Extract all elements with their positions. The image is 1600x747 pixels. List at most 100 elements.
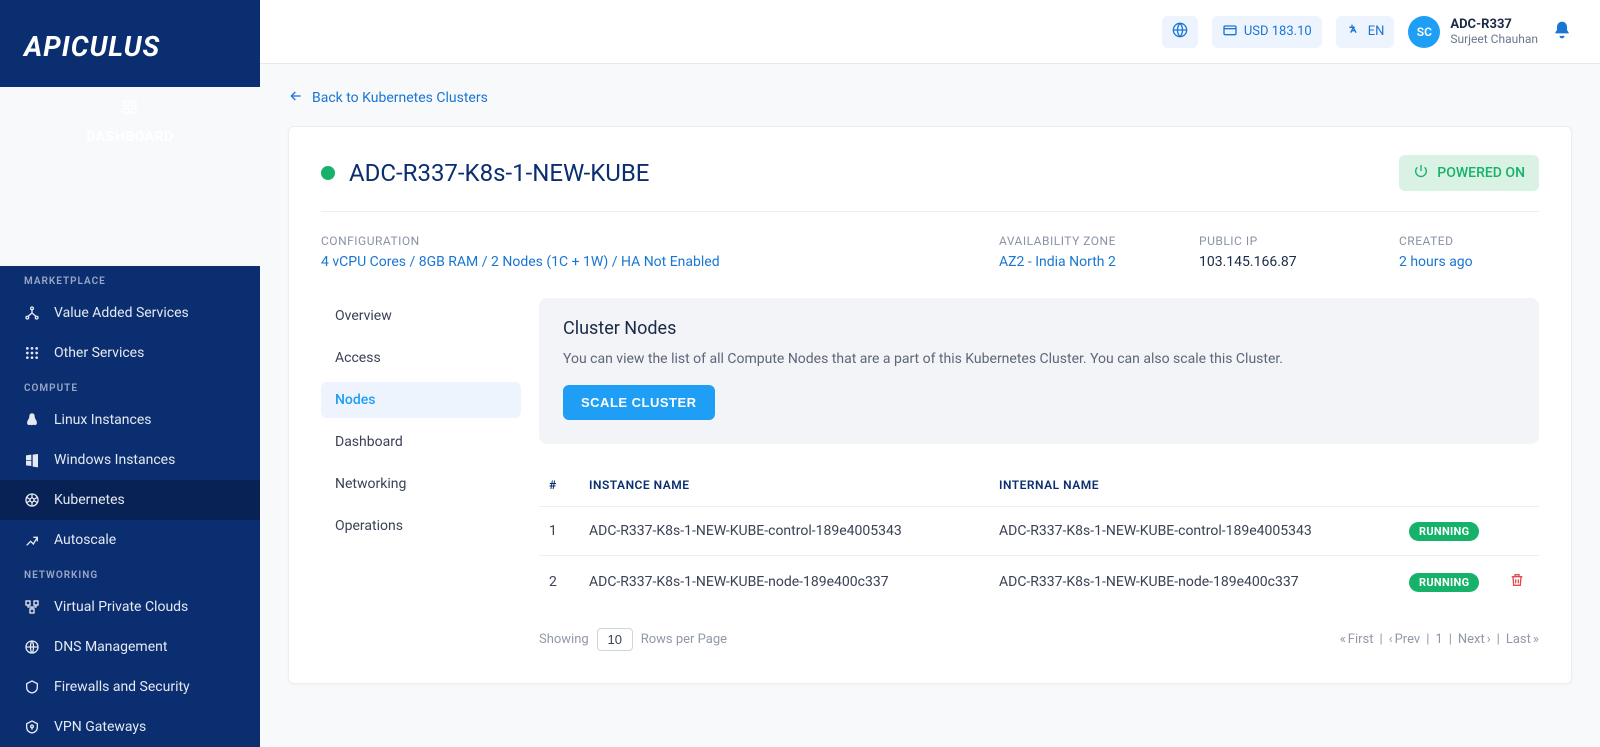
scale-cluster-button[interactable]: SCALE CLUSTER <box>563 385 715 420</box>
rows-per-label: Rows per Page <box>641 632 727 647</box>
table-row: 1ADC-R337-K8s-1-NEW-KUBE-control-189e400… <box>539 507 1539 556</box>
sidebar-item-label: Virtual Private Clouds <box>54 599 188 615</box>
arrow-left-icon <box>288 88 304 108</box>
az-value[interactable]: AZ2 - India North 2 <box>999 254 1139 270</box>
sidebar-item-other-services[interactable]: Other Services <box>0 333 260 373</box>
cell-status: RUNNING <box>1399 507 1499 556</box>
cell-instance: ADC-R337-K8s-1-NEW-KUBE-control-189e4005… <box>579 507 989 556</box>
globe-icon <box>1172 22 1188 42</box>
sidebar-item-label: Kubernetes <box>54 492 125 508</box>
cell-internal: ADC-R337-K8s-1-NEW-KUBE-node-189e400c337 <box>989 556 1399 609</box>
globe-button[interactable] <box>1162 16 1198 48</box>
translate-icon <box>1346 22 1362 42</box>
tab-operations[interactable]: Operations <box>321 508 521 544</box>
sidebar-item-virtual-private-clouds[interactable]: Virtual Private Clouds <box>0 587 260 627</box>
windows-icon <box>24 452 40 468</box>
cell-actions <box>1499 556 1539 609</box>
nav-section-title: MARKETPLACE <box>0 266 260 293</box>
sidebar-item-kubernetes[interactable]: Kubernetes <box>0 480 260 520</box>
user-name: Surjeet Chauhan <box>1450 32 1538 46</box>
col-instance[interactable]: INSTANCE NAME <box>579 464 989 507</box>
cluster-card: ADC-R337-K8s-1-NEW-KUBE POWERED ON CONFI… <box>288 126 1572 684</box>
pager-first[interactable]: « First <box>1340 632 1374 647</box>
page-body: Back to Kubernetes Clusters ADC-R337-K8s… <box>260 64 1600 747</box>
side-tabs: Overview Access Nodes Dashboard Networking Op… <box>321 298 521 651</box>
sidebar-item-autoscale[interactable]: Autoscale <box>0 520 260 560</box>
nodes-table: # INSTANCE NAME INTERNAL NAME 1ADC-R337-… <box>539 464 1539 608</box>
ip-value: 103.145.166.87 <box>1199 254 1339 270</box>
table-footer: Showing Rows per Page « First | ‹ Prev |… <box>539 628 1539 651</box>
main: USD 183.10 EN SC ADC-R337 Surjeet Chauha… <box>260 0 1600 747</box>
pager-last[interactable]: Last » <box>1506 632 1539 647</box>
balance-value: USD 183.10 <box>1244 24 1312 39</box>
dns-icon <box>24 639 40 655</box>
sidebar-item-label: Linux Instances <box>54 412 151 428</box>
power-button[interactable]: POWERED ON <box>1399 155 1539 191</box>
sidebar-item-dns-management[interactable]: DNS Management <box>0 627 260 667</box>
linux-icon <box>24 412 40 428</box>
sidebar-item-vpn-gateways[interactable]: VPN Gateways <box>0 707 260 747</box>
topbar: USD 183.10 EN SC ADC-R337 Surjeet Chauha… <box>260 0 1600 64</box>
panel-title: Cluster Nodes <box>563 318 1515 339</box>
status-dot <box>321 166 335 180</box>
language-value: EN <box>1368 24 1385 39</box>
cluster-title: ADC-R337-K8s-1-NEW-KUBE <box>349 159 649 187</box>
tab-overview[interactable]: Overview <box>321 298 521 334</box>
language-chip[interactable]: EN <box>1336 16 1395 48</box>
status-badge: RUNNING <box>1409 522 1479 541</box>
user-menu[interactable]: SC ADC-R337 Surjeet Chauhan <box>1408 16 1538 48</box>
sidebar-item-label: DASHBOARD <box>86 129 173 145</box>
cluster-header: ADC-R337-K8s-1-NEW-KUBE POWERED ON <box>321 155 1539 212</box>
ip-label: PUBLIC IP <box>1199 234 1339 248</box>
power-label: POWERED ON <box>1437 165 1525 181</box>
sidebar-item-label: VPN Gateways <box>54 719 146 735</box>
sidebar-item-label: Firewalls and Security <box>54 679 190 695</box>
avatar: SC <box>1408 16 1440 48</box>
back-link[interactable]: Back to Kubernetes Clusters <box>288 88 488 108</box>
sidebar-item-windows-instances[interactable]: Windows Instances <box>0 440 260 480</box>
pager-page: 1 <box>1435 632 1442 647</box>
sidebar-item-label: Value Added Services <box>54 305 189 321</box>
tab-nodes[interactable]: Nodes <box>321 382 521 418</box>
tab-networking[interactable]: Networking <box>321 466 521 502</box>
sidebar-item-dashboard[interactable]: DASHBOARD <box>0 87 260 266</box>
sidebar-item-label: Autoscale <box>54 532 116 548</box>
firewall-icon <box>24 679 40 695</box>
sidebar-item-value-added-services[interactable]: Value Added Services <box>0 293 260 333</box>
pager-next[interactable]: Next › <box>1458 632 1491 647</box>
status-badge: RUNNING <box>1409 573 1479 592</box>
vpn-icon <box>24 719 40 735</box>
sidebar-item-linux-instances[interactable]: Linux Instances <box>0 400 260 440</box>
notifications-button[interactable] <box>1552 20 1572 44</box>
pager-prev[interactable]: ‹ Prev <box>1389 632 1421 647</box>
cell-instance: ADC-R337-K8s-1-NEW-KUBE-node-189e400c337 <box>579 556 989 609</box>
created-label: CREATED <box>1399 234 1539 248</box>
tab-dashboard[interactable]: Dashboard <box>321 424 521 460</box>
power-icon <box>1413 163 1429 183</box>
panel-intro: Cluster Nodes You can view the list of a… <box>539 298 1539 444</box>
panel-desc: You can view the list of all Compute Nod… <box>563 351 1515 367</box>
sidebar-item-firewalls-and-security[interactable]: Firewalls and Security <box>0 667 260 707</box>
pager: « First | ‹ Prev | 1 | Next › | Last » <box>1340 632 1539 647</box>
rows-per-page-input[interactable] <box>597 628 633 651</box>
cluster-meta: CONFIGURATION 4 vCPU Cores / 8GB RAM / 2… <box>321 212 1539 298</box>
back-link-label: Back to Kubernetes Clusters <box>312 90 488 106</box>
showing-label: Showing <box>539 632 589 647</box>
cell-index: 2 <box>539 556 579 609</box>
kubernetes-icon <box>24 492 40 508</box>
tab-access[interactable]: Access <box>321 340 521 376</box>
nodes-panel: Cluster Nodes You can view the list of a… <box>539 298 1539 651</box>
az-label: AVAILABILITY ZONE <box>999 234 1139 248</box>
delete-button[interactable] <box>1509 576 1525 592</box>
vpc-icon <box>24 599 40 615</box>
cell-actions <box>1499 507 1539 556</box>
nav-section-title: COMPUTE <box>0 373 260 400</box>
balance-chip[interactable]: USD 183.10 <box>1212 16 1322 48</box>
col-internal[interactable]: INTERNAL NAME <box>989 464 1399 507</box>
config-value[interactable]: 4 vCPU Cores / 8GB RAM / 2 Nodes (1C + 1… <box>321 254 939 270</box>
cell-internal: ADC-R337-K8s-1-NEW-KUBE-control-189e4005… <box>989 507 1399 556</box>
created-value: 2 hours ago <box>1399 254 1539 270</box>
sidebar-item-label: Other Services <box>54 345 144 361</box>
cell-status: RUNNING <box>1399 556 1499 609</box>
autoscale-icon <box>24 532 40 548</box>
